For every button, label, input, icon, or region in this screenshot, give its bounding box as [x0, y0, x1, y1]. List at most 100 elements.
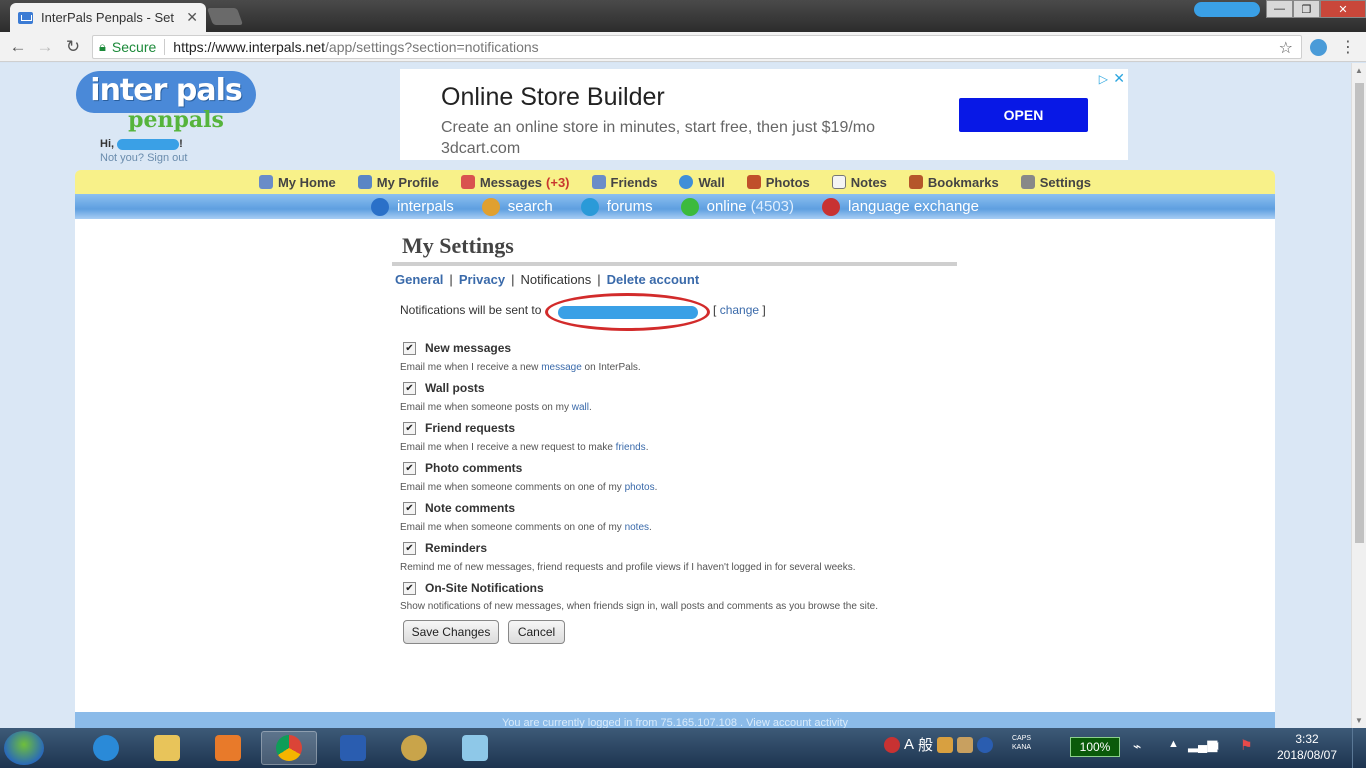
tab-privacy[interactable]: Privacy	[459, 272, 505, 287]
ime-kanji[interactable]: 般	[918, 734, 933, 755]
scroll-down-icon[interactable]: ▼	[1355, 716, 1363, 725]
messages-count-badge: (+3)	[546, 174, 570, 190]
bookmark-star-icon[interactable]: ☆	[1279, 38, 1293, 58]
change-email-link[interactable]: change	[720, 303, 759, 317]
ad-banner[interactable]: Online Store Builder Create an online st…	[400, 69, 1128, 160]
nav-settings[interactable]: Settings	[1020, 175, 1091, 190]
home-icon	[258, 175, 273, 189]
extension-icon[interactable]	[1310, 39, 1327, 56]
nav-photos[interactable]: Photos	[746, 175, 810, 190]
subnav-search[interactable]: search	[481, 197, 553, 216]
restore-icon[interactable]: ❐	[1293, 0, 1320, 18]
nav-my-home[interactable]: My Home	[258, 174, 336, 190]
help-icon[interactable]	[977, 736, 994, 753]
envelope-favicon-icon	[18, 11, 33, 24]
adchoices-icon[interactable]: ▷	[1099, 72, 1108, 86]
volume-icon[interactable]: 🔈︎	[1214, 737, 1222, 754]
nav-label: Notes	[850, 174, 887, 190]
desc-text: on InterPals.	[584, 362, 641, 373]
power-plug-icon[interactable]: ⌁	[1133, 738, 1141, 755]
magnifier-icon	[481, 197, 500, 216]
not-you-line: Not you? Sign out	[100, 152, 187, 164]
nav-notes[interactable]: Notes	[831, 174, 887, 190]
nav-messages[interactable]: Messages (+3)	[460, 174, 570, 190]
new-messages-checkbox[interactable]: ✔	[403, 341, 416, 355]
notify-address-label: Notifications will be sent to	[400, 303, 542, 317]
ime-mode-a[interactable]: A	[904, 736, 914, 753]
scrollbar-thumb[interactable]	[1355, 83, 1364, 543]
action-center-flag-icon[interactable]: ⚑	[1240, 737, 1253, 754]
minimize-icon[interactable]: —	[1266, 0, 1293, 18]
taskbar-chrome[interactable]	[261, 731, 317, 765]
friends-link[interactable]: friends	[616, 442, 646, 453]
not-you-label: Not you?	[100, 152, 145, 164]
nav-wall[interactable]: Wall	[679, 175, 725, 190]
start-button[interactable]	[4, 731, 44, 765]
browser-tab[interactable]: InterPals Penpals - Set ✕	[10, 3, 206, 32]
taskbar-ie[interactable]	[78, 731, 134, 765]
back-arrow-icon[interactable]: ←	[8, 37, 28, 57]
desc-text: Email me when someone comments on one of…	[400, 522, 622, 533]
desc-text: Email me when someone comments on one of…	[400, 482, 622, 493]
ad-open-button[interactable]: OPEN	[959, 98, 1088, 132]
ad-headline[interactable]: Online Store Builder	[441, 83, 665, 112]
ime-tool-icon[interactable]	[937, 736, 954, 753]
battery-indicator[interactable]: 100%	[1070, 737, 1120, 757]
subnav-online[interactable]: online (4503)	[680, 197, 794, 216]
note-comments-checkbox[interactable]: ✔	[403, 501, 416, 515]
scroll-up-icon[interactable]: ▲	[1355, 66, 1363, 75]
notepad-icon	[831, 175, 846, 189]
taskbar-media-player[interactable]	[200, 731, 256, 765]
nav-my-profile[interactable]: My Profile	[357, 175, 439, 190]
show-hidden-icons-icon[interactable]: ▲	[1168, 738, 1179, 750]
on-site-notifications-checkbox[interactable]: ✔	[403, 581, 416, 595]
omnibox-divider	[164, 39, 166, 55]
taskbar-notepad[interactable]	[447, 731, 503, 765]
option-note-comments: ✔ Note comments Email me when someone com…	[400, 501, 652, 533]
cancel-button[interactable]: Cancel	[508, 620, 565, 644]
bracket-close: ]	[762, 303, 766, 317]
show-desktop-button[interactable]	[1352, 728, 1366, 768]
close-window-icon[interactable]: ✕	[1320, 0, 1366, 18]
tab-delete-account[interactable]: Delete account	[607, 272, 699, 287]
taskbar-explorer[interactable]	[139, 731, 195, 765]
desc-text: Email me when someone posts on my	[400, 402, 569, 413]
page-scrollbar[interactable]: ▲ ▼	[1351, 63, 1366, 728]
message-link[interactable]: message	[541, 362, 582, 373]
option-description: Email me when someone comments on one of…	[400, 522, 652, 533]
network-signal-icon[interactable]: ▂▄▆	[1188, 737, 1217, 753]
sign-out-link[interactable]: Sign out	[147, 152, 187, 164]
notes-link[interactable]: notes	[625, 522, 649, 533]
page-viewport: inter pals penpals Hi, ! Not you? Sign o…	[0, 63, 1351, 728]
ime-dict-icon[interactable]	[957, 736, 974, 753]
taskbar-word[interactable]	[325, 731, 381, 765]
subnav-interpals[interactable]: interpals	[371, 197, 454, 216]
address-bar[interactable]: 🔒︎ Secure https://www.interpals.net/app/…	[92, 35, 1302, 59]
ime-red-icon[interactable]	[884, 736, 900, 753]
photos-link[interactable]: photos	[625, 482, 655, 493]
option-description: Email me when I receive a new message on…	[400, 362, 641, 373]
chrome-menu-icon[interactable]: ⋮	[1340, 37, 1356, 57]
profile-avatar[interactable]	[1194, 2, 1260, 17]
system-clock[interactable]: 3:32 2018/08/07	[1272, 731, 1342, 763]
interpals-logo[interactable]: inter pals penpals	[76, 71, 256, 133]
friend-requests-checkbox[interactable]: ✔	[403, 421, 416, 435]
subnav-language-exchange[interactable]: language exchange	[822, 197, 979, 216]
nav-friends[interactable]: Friends	[591, 175, 657, 190]
tab-general[interactable]: General	[395, 272, 443, 287]
ad-close-icon[interactable]: ✕	[1113, 70, 1125, 87]
save-changes-button[interactable]: Save Changes	[403, 620, 499, 644]
taskbar-paint[interactable]	[386, 731, 442, 765]
nav-label: My Home	[277, 174, 336, 190]
tab-close-icon[interactable]: ✕	[186, 9, 198, 26]
forward-arrow-icon[interactable]: →	[35, 37, 55, 57]
nav-bookmarks[interactable]: Bookmarks	[908, 175, 999, 190]
wall-link[interactable]: wall	[572, 402, 589, 413]
wall-posts-checkbox[interactable]: ✔	[403, 381, 416, 395]
photo-comments-checkbox[interactable]: ✔	[403, 461, 416, 475]
new-tab-button[interactable]	[206, 8, 244, 25]
subnav-forums[interactable]: forums	[580, 197, 653, 216]
bracket-open: [	[713, 303, 717, 317]
reload-icon[interactable]: ↻	[63, 37, 83, 57]
reminders-checkbox[interactable]: ✔	[403, 541, 416, 555]
